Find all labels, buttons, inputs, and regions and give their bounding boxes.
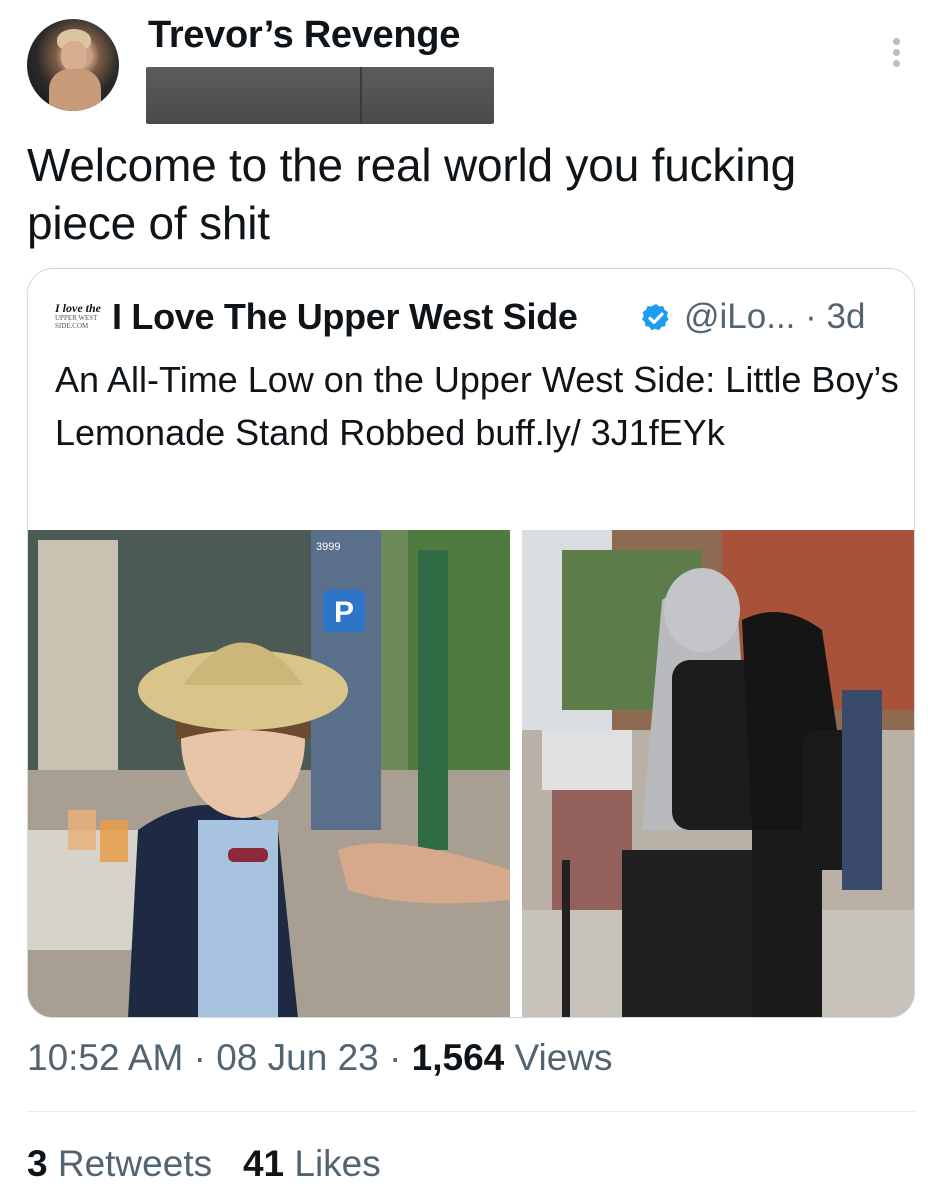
quoted-handle: @iLo...: [684, 297, 796, 336]
photo-left-illustration: P 3999: [28, 530, 510, 1017]
likes-count: 41: [242, 1143, 285, 1184]
logo-line-2: UPPER WEST SIDE.COM: [55, 314, 98, 330]
photo-right-illustration: [522, 530, 914, 1017]
handle-redaction-bar: [146, 67, 494, 124]
more-options-icon[interactable]: [888, 38, 904, 74]
views-label: Views: [514, 1037, 613, 1078]
parking-sign-letter: P: [334, 596, 354, 629]
author-display-name[interactable]: Trevor’s Revenge: [148, 14, 460, 57]
divider: [27, 1111, 915, 1112]
avatar-torso: [49, 69, 101, 111]
quoted-age: 3d: [826, 297, 866, 336]
views-count: 1,564: [411, 1037, 505, 1078]
quoted-handle-and-age: @iLo... · 3d: [684, 297, 866, 336]
tweet-time[interactable]: 10:52 AM: [27, 1037, 183, 1078]
retweets-stat[interactable]: 3 Retweets: [27, 1143, 212, 1184]
quoted-tweet-text: An All-Time Low on the Upper West Side: …: [55, 359, 899, 453]
likes-label: Likes: [294, 1143, 381, 1184]
quoted-account-logo[interactable]: I love the UPPER WEST SIDE.COM: [55, 302, 105, 330]
avatar[interactable]: [27, 19, 119, 111]
avatar-face: [61, 41, 87, 71]
likes-stat[interactable]: 41 Likes: [243, 1143, 381, 1184]
quoted-account-name[interactable]: I Love The Upper West Side: [112, 296, 578, 338]
photo-boy-at-lemonade-stand[interactable]: P 3999: [28, 530, 510, 1017]
retweets-label: Retweets: [57, 1143, 213, 1184]
tweet-meta: 10:52 AM · 08 Jun 23 · 1,564 Views: [27, 1037, 613, 1078]
tweet-text: Welcome to the real world you fucking pi…: [27, 139, 797, 249]
verified-badge-icon: [642, 304, 669, 331]
parking-sign-number: 3999: [316, 541, 340, 553]
tweet-date[interactable]: 08 Jun 23: [216, 1037, 379, 1078]
retweets-count: 3: [27, 1143, 48, 1184]
logo-line-1: I love the: [55, 301, 101, 315]
photo-hooded-people-walking[interactable]: [522, 530, 914, 1017]
engagement-stats: 3 Retweets 41 Likes: [27, 1143, 381, 1185]
quoted-tweet-card[interactable]: I love the UPPER WEST SIDE.COM I Love Th…: [27, 268, 915, 1018]
